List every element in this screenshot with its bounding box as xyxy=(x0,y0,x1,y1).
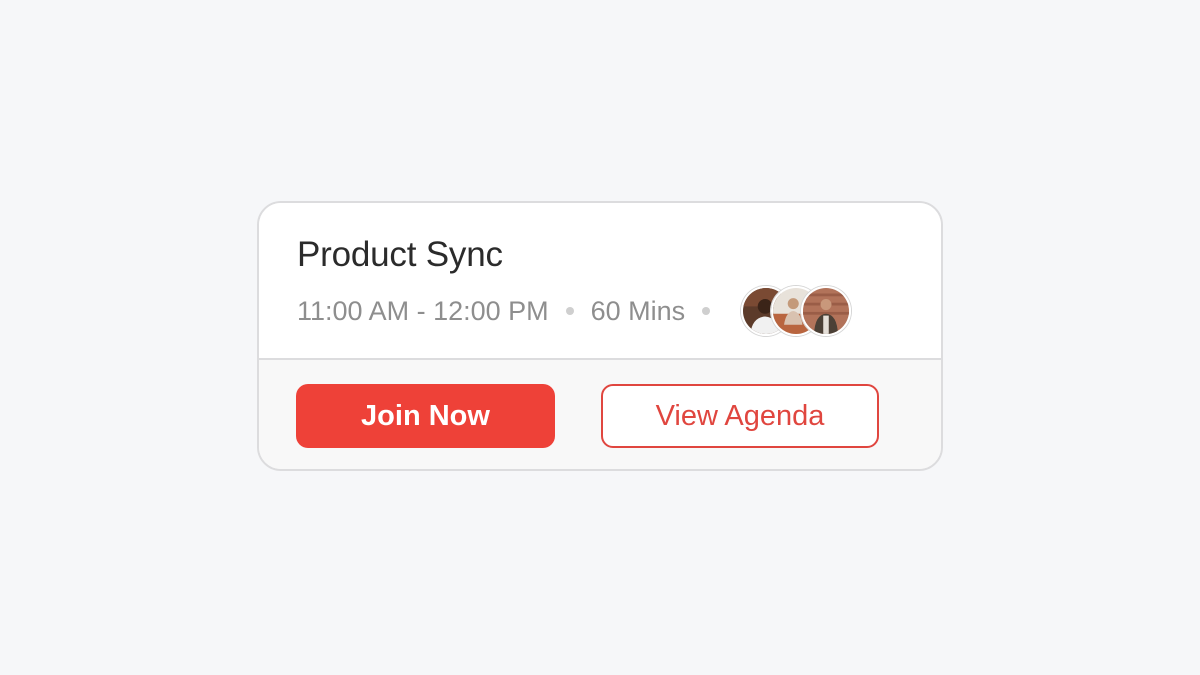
meeting-title: Product Sync xyxy=(297,235,503,274)
meeting-time-range: 11:00 AM - 12:00 PM xyxy=(297,295,549,326)
separator-dot xyxy=(702,307,711,315)
meeting-duration: 60 Mins xyxy=(590,295,686,326)
attendee-avatars xyxy=(741,286,852,336)
meeting-card: Product Sync 11:00 AM - 12:00 PM 60 Mins xyxy=(257,201,943,471)
view-agenda-button[interactable]: View Agenda xyxy=(601,384,879,448)
meeting-actions: Join Now View Agenda xyxy=(259,360,941,469)
separator-dot xyxy=(565,307,574,315)
meeting-meta: 11:00 AM - 12:00 PM 60 Mins xyxy=(297,283,852,339)
meeting-details: Product Sync 11:00 AM - 12:00 PM 60 Mins xyxy=(259,203,941,360)
attendee-avatar-3 xyxy=(801,286,852,336)
join-now-button[interactable]: Join Now xyxy=(296,384,555,448)
